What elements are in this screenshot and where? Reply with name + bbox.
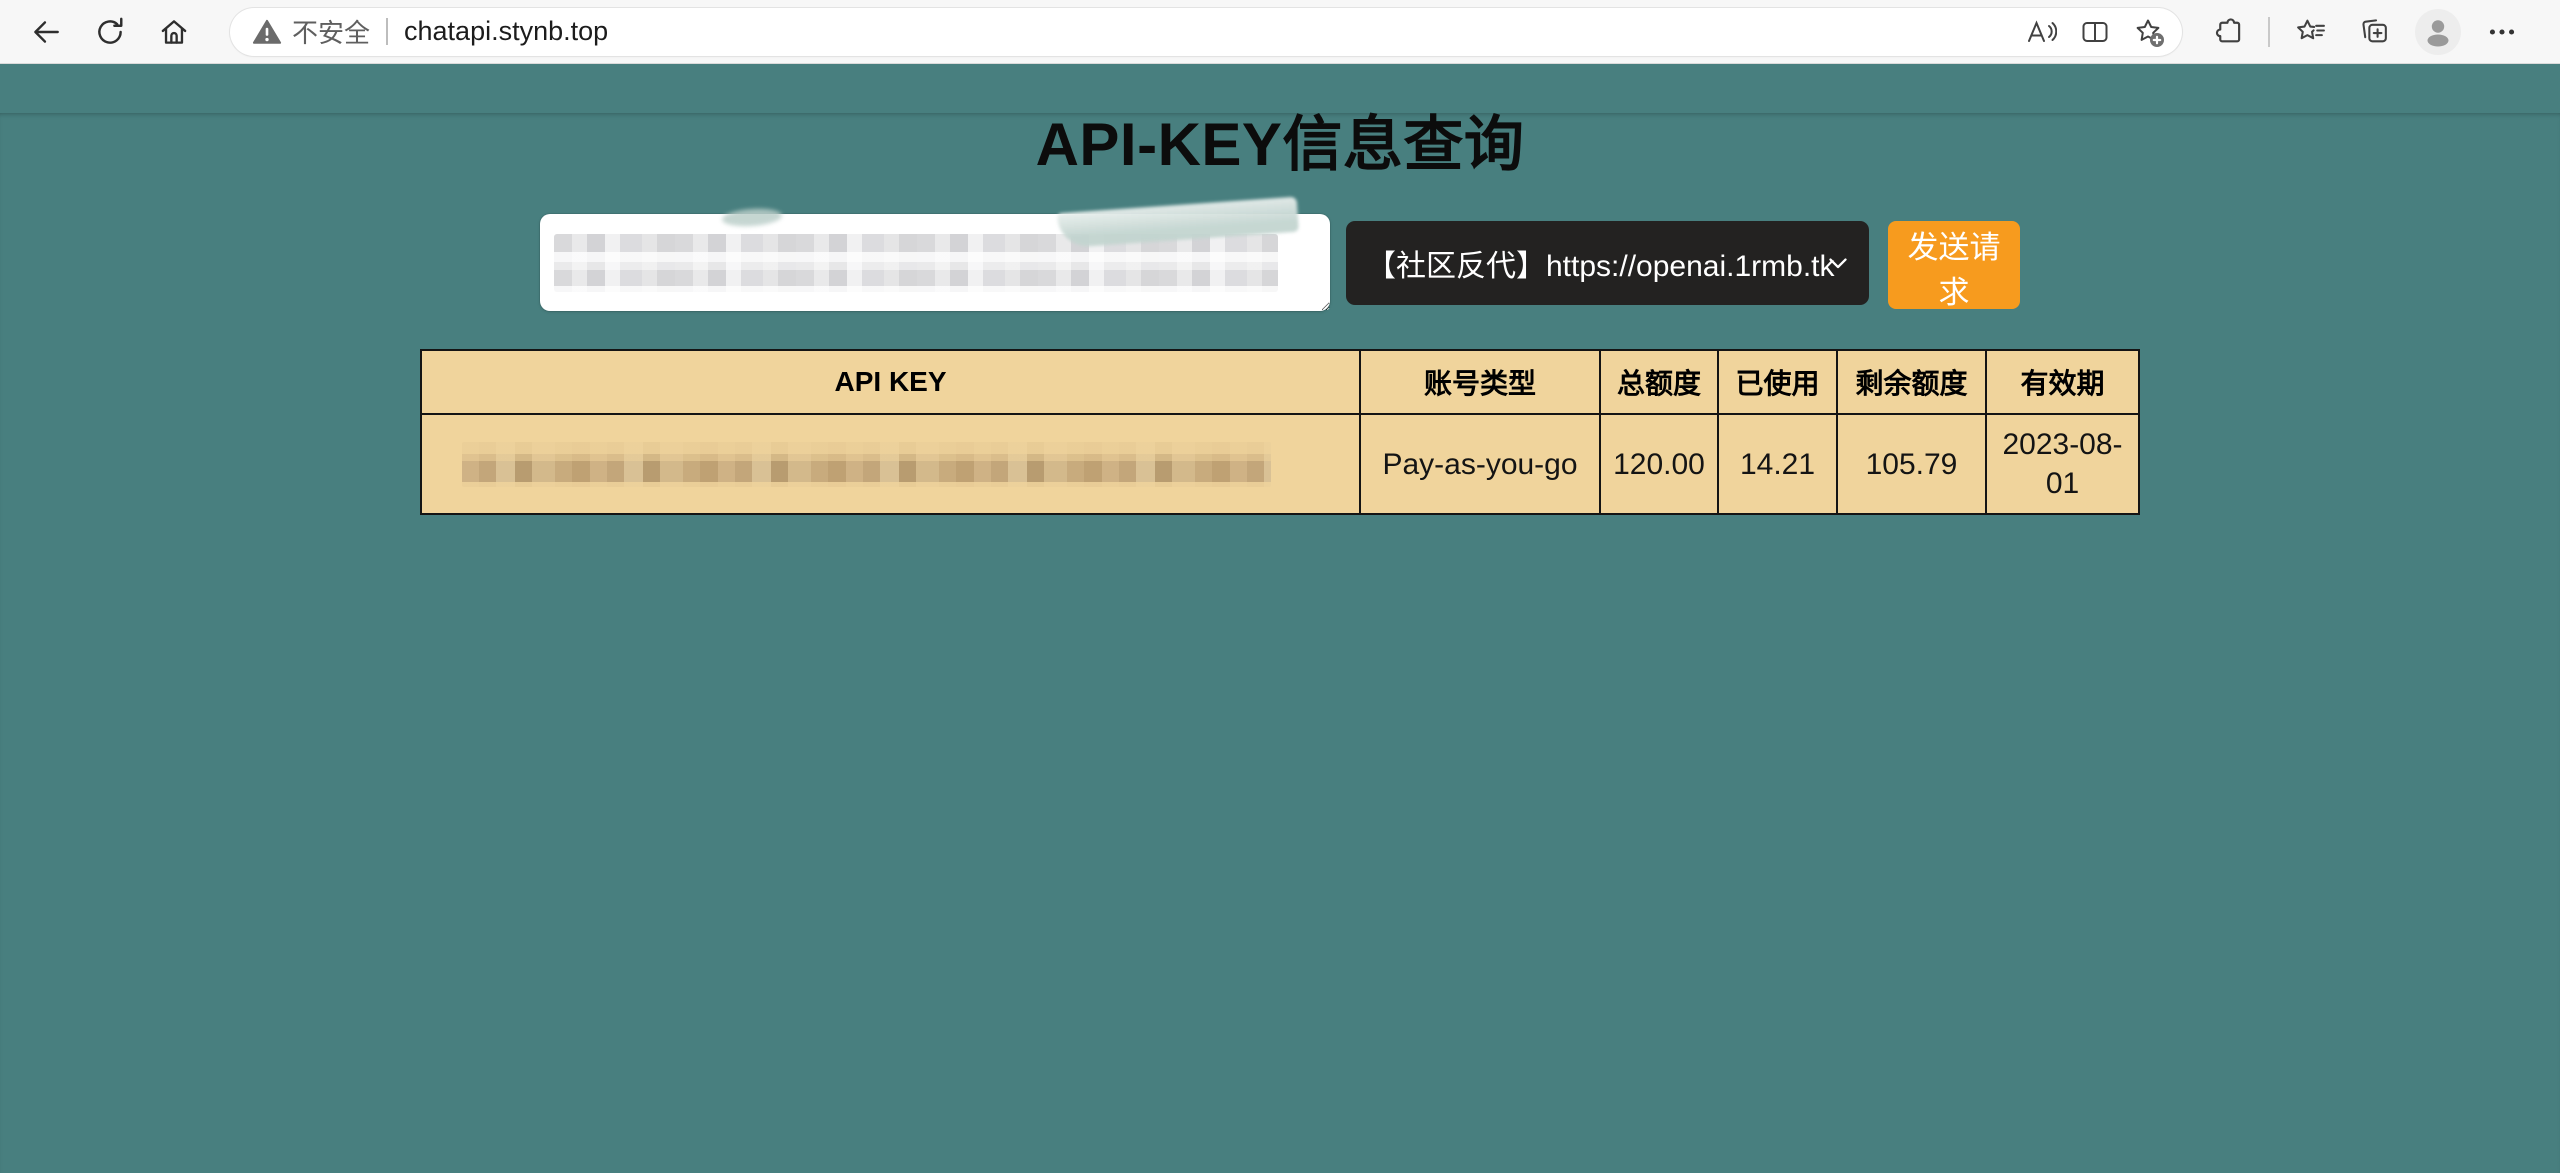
cell-account-type: Pay-as-you-go (1360, 414, 1600, 514)
page-title: API-KEY信息查询 (0, 113, 2560, 176)
col-header-validity: 有效期 (1986, 350, 2139, 414)
endpoint-select[interactable]: 【社区反代】https://openai.1rmb.tk (1346, 221, 1869, 305)
split-screen-button[interactable] (2068, 10, 2122, 54)
chevron-down-icon (1829, 258, 1847, 269)
more-menu-button[interactable] (2470, 5, 2534, 59)
cell-used: 14.21 (1718, 414, 1837, 514)
refresh-button[interactable] (78, 5, 142, 59)
table-row: Pay-as-you-go 120.00 14.21 105.79 2023-0… (421, 414, 2139, 514)
cell-validity: 2023-08-01 (1986, 414, 2139, 514)
address-divider (386, 18, 388, 45)
send-request-button[interactable]: 发送请求 (1888, 221, 2020, 309)
home-icon (157, 15, 191, 49)
cell-api-key (421, 414, 1360, 514)
api-key-table: API KEY 账号类型 总额度 已使用 剩余额度 有效期 Pay-as-you… (420, 349, 2140, 515)
col-header-api-key: API KEY (421, 350, 1360, 414)
cell-total-quota: 120.00 (1600, 414, 1718, 514)
url-text[interactable]: chatapi.stynb.top (404, 16, 608, 47)
browser-toolbar: 不安全 chatapi.stynb.top (0, 0, 2560, 64)
extensions-icon (2212, 15, 2245, 48)
back-button[interactable] (14, 5, 78, 59)
split-screen-icon (2079, 16, 2111, 48)
endpoint-select-value: 【社区反代】https://openai.1rmb.tk (1366, 241, 1835, 285)
back-icon (29, 15, 63, 49)
more-menu-icon (2485, 15, 2519, 49)
extensions-button[interactable] (2196, 5, 2260, 59)
collections-button[interactable] (2342, 5, 2406, 59)
home-button[interactable] (142, 5, 206, 59)
col-header-remaining: 剩余额度 (1837, 350, 1986, 414)
refresh-icon (93, 15, 127, 49)
redacted-api-key-cell (462, 442, 1271, 487)
col-header-account-type: 账号类型 (1360, 350, 1600, 414)
api-key-input[interactable] (540, 214, 1330, 311)
add-favorite-icon (2133, 16, 2165, 48)
collections-icon (2358, 15, 2391, 48)
profile-icon (2415, 9, 2461, 55)
address-bar[interactable]: 不安全 chatapi.stynb.top (230, 8, 2182, 56)
cell-remaining: 105.79 (1837, 414, 1986, 514)
query-form: 【社区反代】https://openai.1rmb.tk 发送请求 (0, 214, 2560, 311)
favorites-button[interactable] (2278, 5, 2342, 59)
favorites-icon (2294, 15, 2327, 48)
site-warning-icon[interactable] (252, 17, 282, 47)
read-aloud-icon (2025, 16, 2057, 48)
toolbar-separator (2268, 17, 2270, 47)
col-header-total-quota: 总额度 (1600, 350, 1718, 414)
page-content: API-KEY信息查询 【社区反代】https://openai.1rmb.tk… (0, 113, 2560, 1173)
api-key-input-wrap (540, 214, 1330, 311)
avatar (2415, 9, 2461, 55)
security-label[interactable]: 不安全 (292, 13, 370, 50)
profile-button[interactable] (2406, 5, 2470, 59)
col-header-used: 已使用 (1718, 350, 1837, 414)
read-aloud-button[interactable] (2014, 10, 2068, 54)
add-favorite-button[interactable] (2122, 10, 2176, 54)
table-header: API KEY 账号类型 总额度 已使用 剩余额度 有效期 (421, 350, 2139, 414)
